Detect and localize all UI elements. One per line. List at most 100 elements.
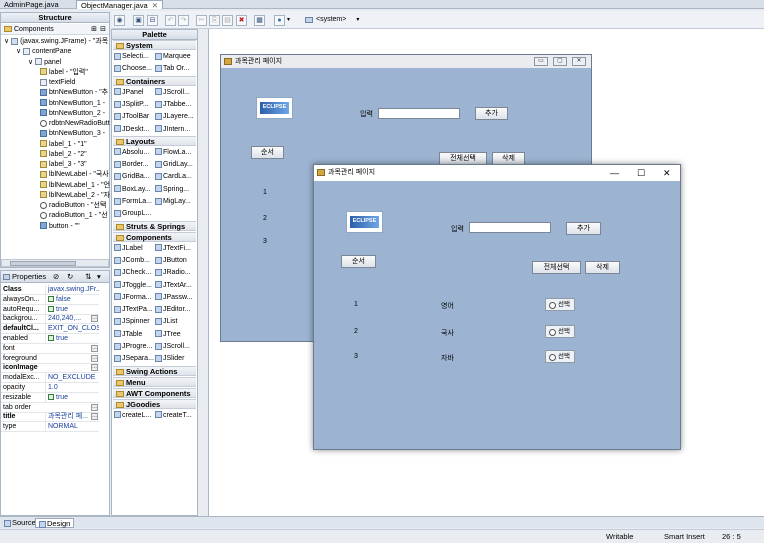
expand-icon[interactable]: ⊞ <box>91 24 97 35</box>
tab-objectmanager[interactable]: ObjectManager.java ✕ <box>76 0 164 10</box>
property-row[interactable]: backgrou... 240,240,...… <box>1 314 99 325</box>
palette-item[interactable]: JList <box>155 316 196 327</box>
show-events-icon[interactable]: ⊘ <box>53 271 59 283</box>
tab-adminpage[interactable]: AdminPage.java <box>0 0 63 9</box>
tree-item[interactable]: rdbtnNewRadioButt <box>40 119 110 129</box>
tree-item[interactable]: ∨ contentPane <box>16 47 71 57</box>
property-row[interactable]: type NORMAL <box>1 422 99 433</box>
close-icon[interactable]: ✕ <box>663 165 671 181</box>
property-row[interactable]: alwaysOn... false <box>1 294 99 305</box>
undo-icon[interactable]: ↶ <box>165 15 176 26</box>
palette-item[interactable]: JSpinner <box>114 316 155 327</box>
palette-item[interactable]: JTextAr... <box>155 280 196 291</box>
sort-icon[interactable]: ⇅ <box>85 271 91 283</box>
ellipsis-button[interactable]: … <box>91 413 98 421</box>
palette-item[interactable]: JRadio... <box>155 267 196 278</box>
minimize-button[interactable]: ▭ <box>534 57 548 66</box>
checkbox-icon[interactable] <box>48 305 54 312</box>
palette-item[interactable]: JLabel <box>114 243 155 254</box>
tab-source[interactable]: Source <box>1 518 39 528</box>
tree-scrollbar-thumb[interactable] <box>10 261 76 266</box>
palette-item[interactable]: Selecti... <box>114 51 155 62</box>
palette-category[interactable]: Layouts <box>113 135 196 146</box>
order-button[interactable]: 순서 <box>251 146 284 159</box>
tree-item[interactable]: label_2 - "2" <box>40 150 87 160</box>
minimize-icon[interactable]: — <box>610 165 619 181</box>
select-radio[interactable]: 선택 <box>545 298 575 311</box>
property-row[interactable]: iconImage… <box>1 363 99 374</box>
property-row[interactable]: modalExc... NO_EXCLUDE <box>1 373 99 384</box>
property-value[interactable]: NORMAL <box>45 422 99 433</box>
expand-toggle-icon[interactable]: ∨ <box>4 38 11 45</box>
palette-item[interactable]: JLayere... <box>155 111 196 122</box>
tree-item[interactable]: lblNewLabel_2 - "자 <box>40 191 110 201</box>
cut-icon[interactable]: ✂ <box>196 15 207 26</box>
copy-icon[interactable]: ⎘ <box>209 15 220 26</box>
palette-item[interactable]: GroupL... <box>114 208 155 219</box>
menu-icon[interactable]: ▾ <box>97 271 101 283</box>
close-icon[interactable]: ✕ <box>152 1 158 10</box>
app-window-titlebar[interactable]: 과목관리 페이지 — ☐ ✕ <box>314 165 680 181</box>
tree-item[interactable]: ∨ panel <box>28 58 61 68</box>
layout-icon[interactable]: ▦ <box>254 15 265 26</box>
redo-icon[interactable]: ↷ <box>178 15 189 26</box>
property-value[interactable]: true <box>45 304 99 315</box>
palette-item[interactable]: JTextFi... <box>155 243 196 254</box>
checkbox-icon[interactable] <box>48 335 54 342</box>
property-value[interactable]: true <box>45 392 99 403</box>
palette-category[interactable]: Swing Actions <box>113 365 196 376</box>
palette-item[interactable]: FormLa... <box>114 196 155 207</box>
palette-item[interactable]: CardLa... <box>155 171 196 182</box>
palette-item[interactable]: Border... <box>114 159 155 170</box>
property-value[interactable]: true <box>45 334 99 344</box>
select-all-button[interactable]: 전체선택 <box>532 261 581 274</box>
palette-category[interactable]: Components <box>113 231 196 242</box>
preview-icon[interactable]: ◉ <box>114 15 125 26</box>
tree-item[interactable]: label - "입력" <box>40 68 88 78</box>
select-radio[interactable]: 선택 <box>545 350 575 363</box>
palette-item[interactable]: JEditor... <box>155 304 196 315</box>
palette-item[interactable]: JDeskt... <box>114 124 155 135</box>
palette-item[interactable]: JTable <box>114 329 155 340</box>
palette-item[interactable]: createT... <box>155 410 196 421</box>
tree-item[interactable]: radioButton_1 - "선 <box>40 211 108 221</box>
tree-item[interactable]: lblNewLabel - "국사 <box>40 170 109 180</box>
palette-item[interactable]: GridLay... <box>155 159 196 170</box>
palette-item[interactable]: JToolBar <box>114 111 155 122</box>
paste-icon[interactable]: ▤ <box>222 15 233 26</box>
property-row[interactable]: defaultCl... EXIT_ON_CLOSE <box>1 324 99 335</box>
palette-item[interactable]: JForma... <box>114 292 155 303</box>
add-button[interactable]: 추가 <box>475 107 508 120</box>
palette-item[interactable]: JComb... <box>114 255 155 266</box>
palette-item[interactable]: JScroll... <box>155 341 196 352</box>
close-button[interactable]: ✕ <box>572 57 586 66</box>
palette-item[interactable]: BoxLay... <box>114 184 155 195</box>
palette-item[interactable]: Spring... <box>155 184 196 195</box>
palette-item[interactable]: JTree <box>155 329 196 340</box>
system-selector[interactable]: <system> ▾ <box>305 14 367 26</box>
palette-category[interactable]: Containers <box>113 75 196 86</box>
palette-item[interactable]: Marquee <box>155 51 196 62</box>
tree-item[interactable]: ∨ (javax.swing.JFrame) - "과목 <box>4 37 108 47</box>
property-value[interactable]: EXIT_ON_CLOSE <box>45 324 99 335</box>
delete-icon[interactable]: ✖ <box>236 15 247 26</box>
expand-toggle-icon[interactable]: ∨ <box>28 59 35 66</box>
palette-item[interactable]: JTabbe... <box>155 99 196 110</box>
tree-item[interactable]: radioButton - "선택 <box>40 201 106 211</box>
property-row[interactable]: font… <box>1 344 99 354</box>
palette-item[interactable]: GridBa... <box>114 171 155 182</box>
look-and-feel-icon[interactable]: ● <box>274 15 285 26</box>
externalize-icon[interactable]: ⊟ <box>147 15 158 26</box>
tree-item[interactable]: btnNewButton_3 - <box>40 129 105 139</box>
palette-item[interactable]: Choose... <box>114 63 155 74</box>
palette-item[interactable]: JToggle... <box>114 280 155 291</box>
expand-toggle-icon[interactable]: ∨ <box>16 48 23 55</box>
property-row[interactable]: resizable true <box>1 392 99 403</box>
property-row[interactable]: foreground… <box>1 354 99 364</box>
delete-button[interactable]: 삭제 <box>585 261 620 274</box>
ellipsis-button[interactable]: … <box>91 344 98 352</box>
property-row[interactable]: autoRequ... true <box>1 304 99 315</box>
property-row[interactable]: enabled true <box>1 334 99 344</box>
palette-item[interactable]: JPassw... <box>155 292 196 303</box>
tree-item[interactable]: lblNewLabel_1 - "언 <box>40 181 110 191</box>
